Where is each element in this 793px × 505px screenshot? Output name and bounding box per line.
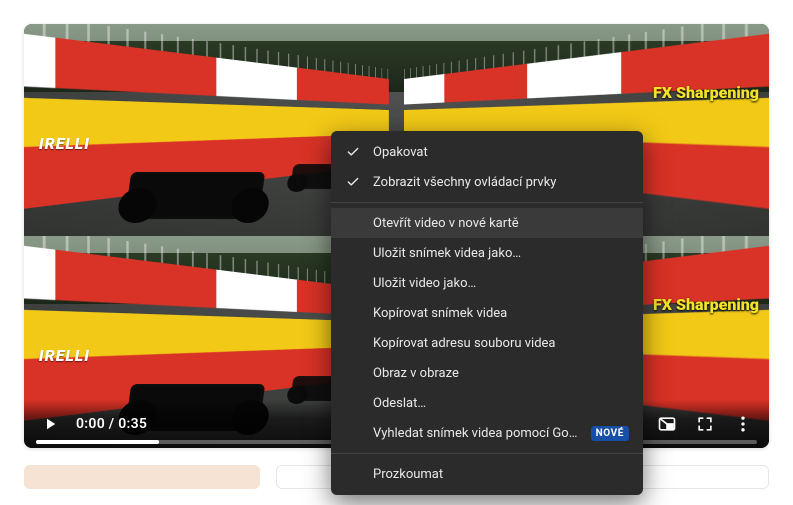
ctx-label: Opakovat xyxy=(373,145,428,160)
ctx-item-save-frame-as[interactable]: Uložit snímek videa jako… xyxy=(331,238,643,268)
ctx-separator xyxy=(331,453,643,454)
play-icon xyxy=(41,415,59,433)
time-display: 0:00 / 0:35 xyxy=(76,416,147,432)
check-icon xyxy=(345,174,361,190)
ctx-item-show-all-controls[interactable]: Zobrazit všechny ovládací prvky xyxy=(331,167,643,197)
check-icon xyxy=(345,144,361,160)
ctx-item-search-frame-google[interactable]: Vyhledat snímek videa pomocí Google NOVÉ xyxy=(331,418,643,448)
ctx-label: Kopírovat adresu souboru videa xyxy=(373,336,556,351)
ctx-label: Uložit snímek videa jako… xyxy=(373,246,521,261)
ctx-item-save-video-as[interactable]: Uložit video jako… xyxy=(331,268,643,298)
ctx-label: Kopírovat snímek videa xyxy=(373,306,507,321)
picture-in-picture-button[interactable] xyxy=(655,412,679,436)
card-accent[interactable] xyxy=(24,465,260,489)
progress-played xyxy=(36,440,159,444)
picture-in-picture-icon xyxy=(657,414,677,434)
more-vertical-icon xyxy=(733,414,753,434)
video-context-menu: Opakovat Zobrazit všechny ovládací prvky… xyxy=(331,131,643,495)
ctx-item-loop[interactable]: Opakovat xyxy=(331,137,643,167)
ctx-item-picture-in-picture[interactable]: Obraz v obraze xyxy=(331,358,643,388)
ctx-item-copy-frame[interactable]: Kopírovat snímek videa xyxy=(331,298,643,328)
ctx-item-inspect[interactable]: Prozkoumat xyxy=(331,459,643,489)
sponsor-text-top: IRELLI xyxy=(39,134,90,153)
ctx-item-open-new-tab[interactable]: Otevřít video v nové kartě xyxy=(331,208,643,238)
sponsor-text-bottom: IRELLI xyxy=(39,346,90,365)
ctx-label: Prozkoumat xyxy=(373,467,443,482)
ctx-label: Vyhledat snímek videa pomocí Google xyxy=(373,426,581,441)
ctx-label: Odeslat… xyxy=(373,396,426,411)
overlay-sharpening-top: FX Sharpening xyxy=(653,83,759,102)
fullscreen-icon xyxy=(695,414,715,434)
ctx-label: Uložit video jako… xyxy=(373,276,476,291)
ctx-item-copy-video-url[interactable]: Kopírovat adresu souboru videa xyxy=(331,328,643,358)
more-options-button[interactable] xyxy=(731,412,755,436)
app-stage: IRELLI FX Sharpening IRELLI FX Sharpenin… xyxy=(0,0,793,505)
ctx-label: Obraz v obraze xyxy=(373,366,459,381)
fullscreen-button[interactable] xyxy=(693,412,717,436)
ctx-label: Zobrazit všechny ovládací prvky xyxy=(373,175,556,190)
ctx-label: Otevřít video v nové kartě xyxy=(373,216,519,231)
new-badge: NOVÉ xyxy=(591,426,629,441)
overlay-sharpening-bottom: FX Sharpening xyxy=(653,295,759,314)
ctx-item-cast[interactable]: Odeslat… xyxy=(331,388,643,418)
ctx-separator xyxy=(331,202,643,203)
play-button[interactable] xyxy=(38,412,62,436)
